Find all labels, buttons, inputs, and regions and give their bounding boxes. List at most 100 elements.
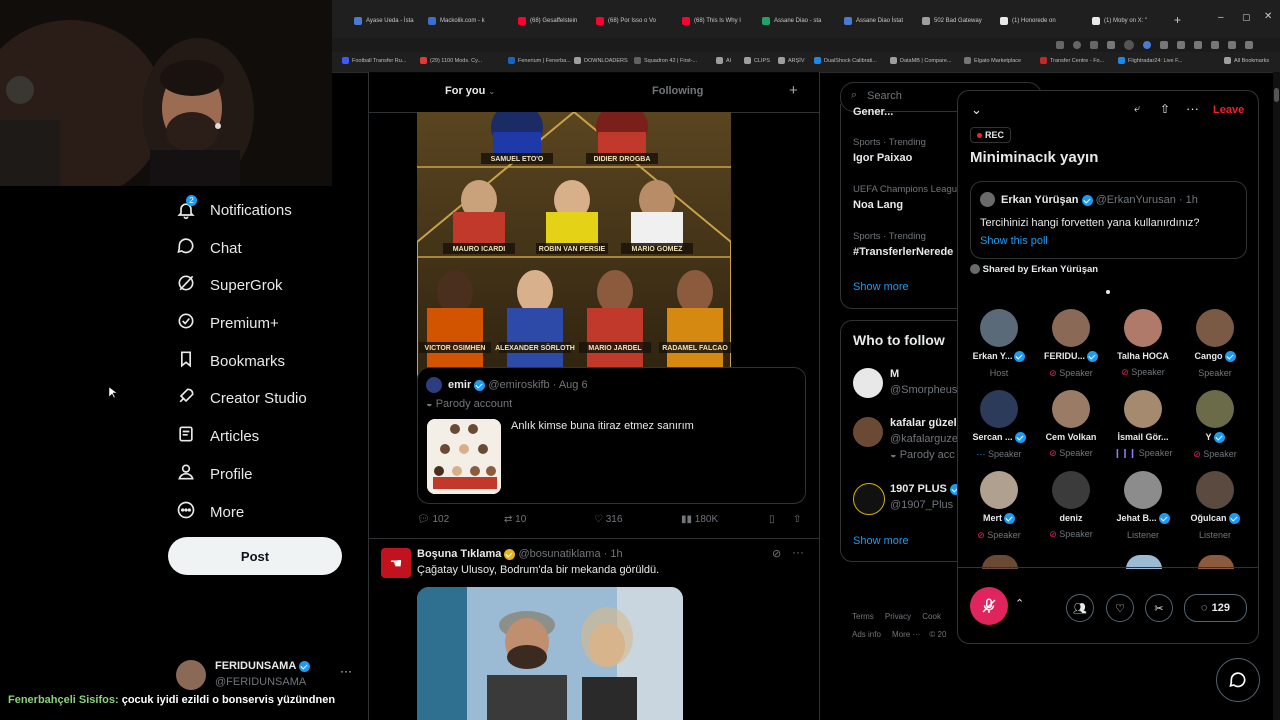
people-button[interactable]: 👥︎ (1066, 594, 1094, 622)
tweet[interactable]: ☚ Boşuna Tıklama @bosunatiklama · 1h ⊘ ·… (369, 539, 819, 720)
toolbar-extension-icons[interactable] (1056, 39, 1268, 51)
comments-button[interactable]: ◌ 129 (1184, 594, 1247, 622)
participant[interactable]: Erkan Y... Host (963, 309, 1035, 378)
tab-for-you[interactable]: For you ⌄ (445, 85, 495, 97)
chevron-up-icon[interactable]: ⌃ (1015, 597, 1024, 610)
participant[interactable]: Cango Speaker (1179, 309, 1251, 378)
bookmark-item[interactable]: Fenerium | Fenerba... (508, 57, 571, 64)
quoted-tweet[interactable]: emir @emiroskifb · Aug 6 ◒ Parody accoun… (417, 367, 806, 504)
bookmark-item[interactable]: Squadron 42 | First-... (634, 57, 697, 64)
pinned-post[interactable]: Erkan Yürüşan @ErkanYurusan · 1h Tercihi… (970, 181, 1247, 259)
nav-item-more[interactable]: More (176, 499, 244, 525)
bookmark-icon[interactable]: ▯ (769, 514, 775, 525)
show-more-link[interactable]: Show more (853, 281, 909, 293)
collapse-chevron-icon[interactable]: ⌄ (971, 102, 982, 118)
bookmark-item[interactable]: DualShock Calibrati... (814, 57, 877, 64)
footer-link[interactable]: More ··· (892, 630, 920, 639)
more-dots-icon[interactable]: ··· (340, 664, 352, 678)
show-poll-link[interactable]: Show this poll (980, 235, 1048, 247)
browser-tab[interactable]: Ayase Ueda - İsta (354, 12, 428, 30)
maximize-button[interactable]: ▢ (1242, 12, 1251, 23)
browser-tab[interactable]: (68) Gesaffelstein (518, 12, 592, 30)
new-tab-button[interactable]: + (1174, 13, 1181, 27)
tab-following[interactable]: Following (652, 85, 703, 97)
trend-item[interactable]: Sports · Trending Igor Paixao (853, 137, 926, 164)
minimize-space-icon[interactable]: ⤶ (1134, 103, 1140, 116)
bookmark-item[interactable]: ARŞİV (778, 57, 805, 64)
leave-button[interactable]: Leave (1213, 104, 1244, 116)
collage-player-label: MARIO GOMEZ (632, 246, 684, 253)
trend-item[interactable]: UEFA Champions League Noa Lang (853, 184, 957, 211)
browser-tab[interactable]: (68) Por Isso o Vo (596, 12, 670, 30)
participant[interactable]: İsmail Gör... ❙❙❙ Speaker (1107, 390, 1179, 459)
nav-item-articles[interactable]: Articles (176, 423, 259, 449)
participant[interactable]: Sercan ... ··· Speaker (963, 390, 1035, 459)
bookmark-item[interactable]: AI (716, 57, 731, 64)
nav-item-creator-studio[interactable]: Creator Studio (176, 385, 307, 411)
grok-icon[interactable]: ⊘ (772, 547, 781, 560)
browser-tab[interactable]: (1) Moby on X: " (1092, 12, 1166, 30)
views-button[interactable]: ▮▮ 180K (681, 514, 718, 525)
nav-item-notifications[interactable]: 2 Notifications (176, 195, 292, 223)
nav-item-premium[interactable]: Premium+ (176, 310, 279, 336)
follow-suggestion[interactable]: 1907 PLUS @1907_Plus (853, 481, 957, 515)
participant[interactable]: Oğulcan Listener (1179, 471, 1251, 540)
follow-suggestion[interactable]: kafalar güzel @kafalarguze ◒ Parody acc (853, 415, 957, 463)
mic-toggle-button[interactable] (970, 587, 1008, 625)
participant[interactable]: deniz ⊘ Speaker (1035, 471, 1107, 540)
add-tab-icon[interactable]: + (789, 82, 798, 99)
nav-item-chat[interactable]: Chat (176, 235, 242, 261)
bookmark-item[interactable]: Flightradar24: Live F... (1118, 57, 1182, 64)
reaction-button[interactable]: ♡ (1106, 594, 1134, 622)
minimize-button[interactable]: – (1218, 12, 1224, 23)
chat-fab-button[interactable] (1216, 658, 1260, 702)
footer-link[interactable]: Ads info (852, 630, 881, 639)
close-window-button[interactable]: ✕ (1264, 11, 1272, 22)
participant[interactable]: Y ⊘ Speaker (1179, 390, 1251, 460)
participant[interactable]: Cem Volkan ⊘ Speaker (1035, 390, 1107, 459)
share-icon[interactable]: ⇧ (1160, 102, 1170, 116)
follow-suggestion[interactable]: M @Smorpheus (853, 366, 957, 400)
scrollbar-thumb[interactable] (1274, 88, 1279, 102)
bookmark-item[interactable]: Transfer Centre - Fo... (1040, 57, 1104, 64)
bookmark-item[interactable]: CLIPS (744, 57, 770, 64)
share-icon[interactable]: ⇧ (793, 514, 801, 525)
show-more-link[interactable]: Show more (853, 535, 909, 547)
more-dots-icon[interactable]: ··· (792, 545, 804, 559)
thumbnail-players-image (427, 419, 501, 494)
participant[interactable]: Mert ⊘ Speaker (963, 471, 1035, 541)
browser-tab[interactable]: 502 Bad Gateway (922, 12, 996, 30)
participant[interactable]: FERIDU... ⊘ Speaker (1035, 309, 1107, 379)
like-button[interactable]: ♡ 316 (594, 514, 622, 525)
nav-item-supergrok[interactable]: SuperGrok (176, 272, 283, 298)
tweet-image[interactable]: SAMUEL ETO'O DIDIER DROGBA MAURO ICARDI ROB… (417, 112, 731, 404)
browser-tab[interactable]: Assane Diao - sta (762, 12, 836, 30)
participant[interactable]: Talha HOCA ⊘ Speaker (1107, 309, 1179, 378)
reply-button[interactable]: 💬︎ 102 (417, 514, 449, 525)
footer-link[interactable]: Terms (852, 612, 874, 621)
bookmark-item[interactable]: (29) 1100 Mods. Cy... (420, 57, 482, 64)
browser-tab[interactable]: (68) This Is Why I (682, 12, 756, 30)
post-button[interactable]: Post (168, 537, 342, 575)
clip-button[interactable]: ✂ (1145, 594, 1173, 622)
browser-tab[interactable]: Assane Diao İstat (844, 12, 918, 30)
more-dots-icon[interactable]: ··· (1186, 101, 1199, 116)
nav-item-bookmarks[interactable]: Bookmarks (176, 348, 285, 374)
repost-button[interactable]: ⇄ 10 (504, 514, 526, 525)
footballers-collage: SAMUEL ETO'O DIDIER DROGBA MAURO ICARDI ROB… (417, 112, 731, 404)
bookmark-item[interactable]: All Bookmarks (1224, 57, 1269, 64)
bookmark-item[interactable]: DOWNLOADERS (574, 57, 628, 64)
trend-item[interactable]: Sports · Trending #TransferlerNerede (853, 231, 953, 258)
account-switcher[interactable]: FERIDUNSAMA @FERIDUNSAMA ··· (176, 658, 356, 692)
nav-item-profile[interactable]: Profile (176, 461, 253, 487)
page-scrollbar[interactable] (1273, 72, 1280, 720)
footer-link[interactable]: Cook (922, 612, 941, 621)
bookmark-item[interactable]: Elgato Marketplace (964, 57, 1021, 64)
bookmark-item[interactable]: Football Transfer Ru... (342, 57, 406, 64)
tweet-photo[interactable] (417, 587, 683, 720)
browser-tab[interactable]: (1) Honorede on (1000, 12, 1074, 30)
browser-tab[interactable]: Mackolik.com - k (428, 12, 502, 30)
bookmark-item[interactable]: DataMB | Compare... (890, 57, 952, 64)
footer-link[interactable]: Privacy (885, 612, 911, 621)
participant[interactable]: Jehat B... Listener (1107, 471, 1179, 540)
